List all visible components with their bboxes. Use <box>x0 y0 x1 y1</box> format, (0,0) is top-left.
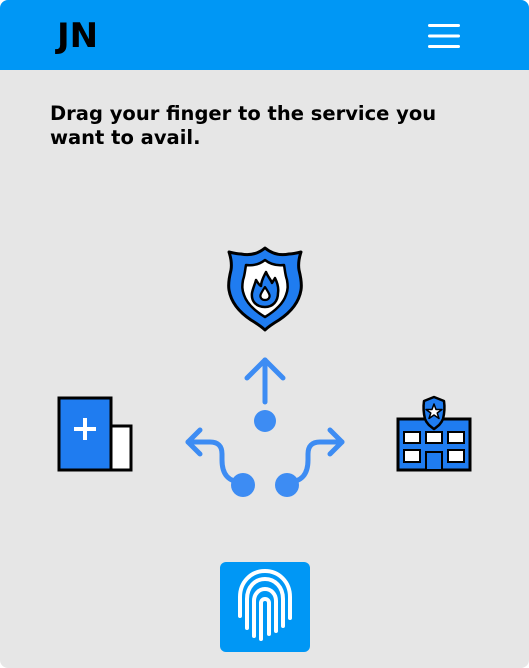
app-screen: JN Drag your finger to the service you w… <box>0 0 529 668</box>
fingerprint-button[interactable] <box>220 562 310 652</box>
instruction-text: Drag your finger to the service you want… <box>50 102 437 149</box>
top-app-bar: JN <box>0 0 529 70</box>
fire-department-badge-icon <box>227 246 303 332</box>
app-logo: JN <box>57 16 99 56</box>
hospital-building-icon <box>57 396 133 472</box>
police-station-icon <box>396 395 472 472</box>
fingerprint-icon <box>238 568 292 641</box>
swipe-direction-guide <box>180 352 350 502</box>
menu-button[interactable] <box>424 20 464 52</box>
hamburger-menu-icon <box>428 24 460 48</box>
hospital-service-option[interactable] <box>54 394 136 474</box>
swipe-direction-arrows-icon <box>185 357 345 497</box>
fire-service-option[interactable] <box>225 244 305 334</box>
police-service-option[interactable] <box>393 394 475 474</box>
